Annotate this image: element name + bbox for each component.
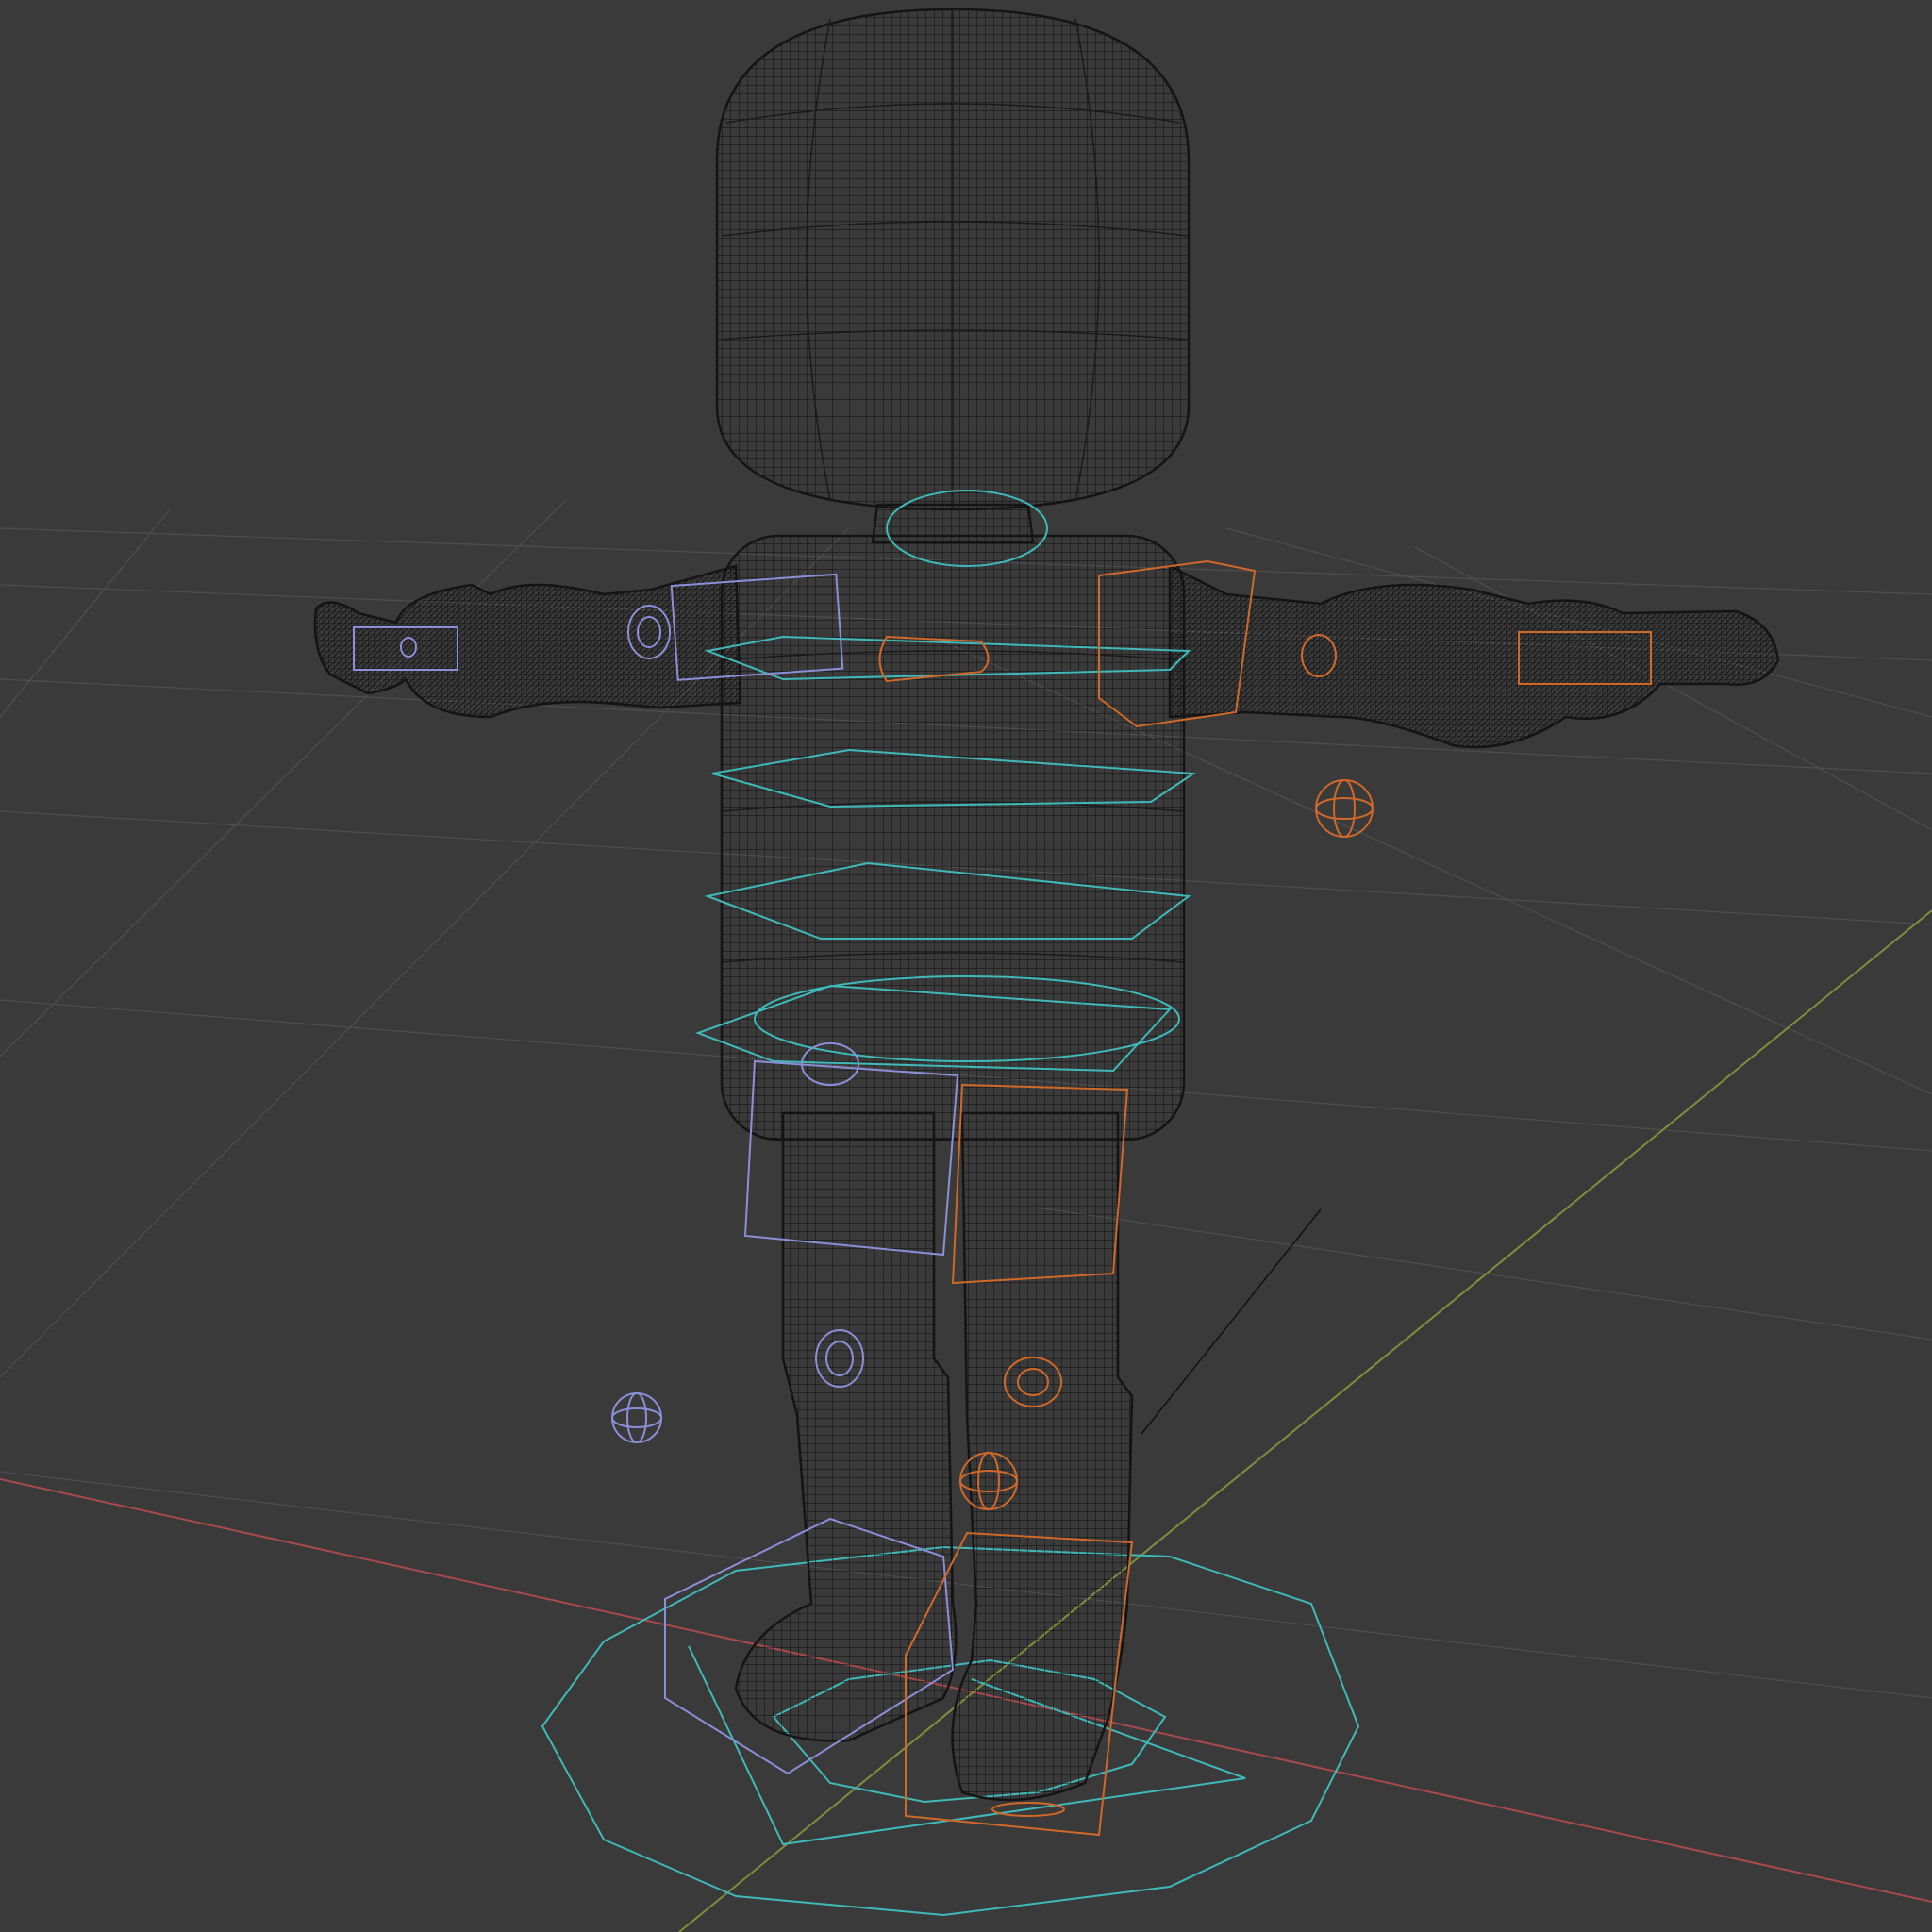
object-relation-line bbox=[1141, 1208, 1322, 1435]
arm-left-mesh bbox=[313, 564, 742, 719]
leg-right-mesh bbox=[951, 1111, 1134, 1802]
pole-target-right[interactable] bbox=[1315, 779, 1374, 838]
pole-target-left[interactable] bbox=[611, 1392, 662, 1443]
3d-viewport[interactable] bbox=[0, 0, 1932, 1932]
arm-right-mesh bbox=[1168, 563, 1780, 749]
character-mesh[interactable] bbox=[313, 8, 1780, 1802]
leg-left-mesh bbox=[734, 1111, 958, 1742]
